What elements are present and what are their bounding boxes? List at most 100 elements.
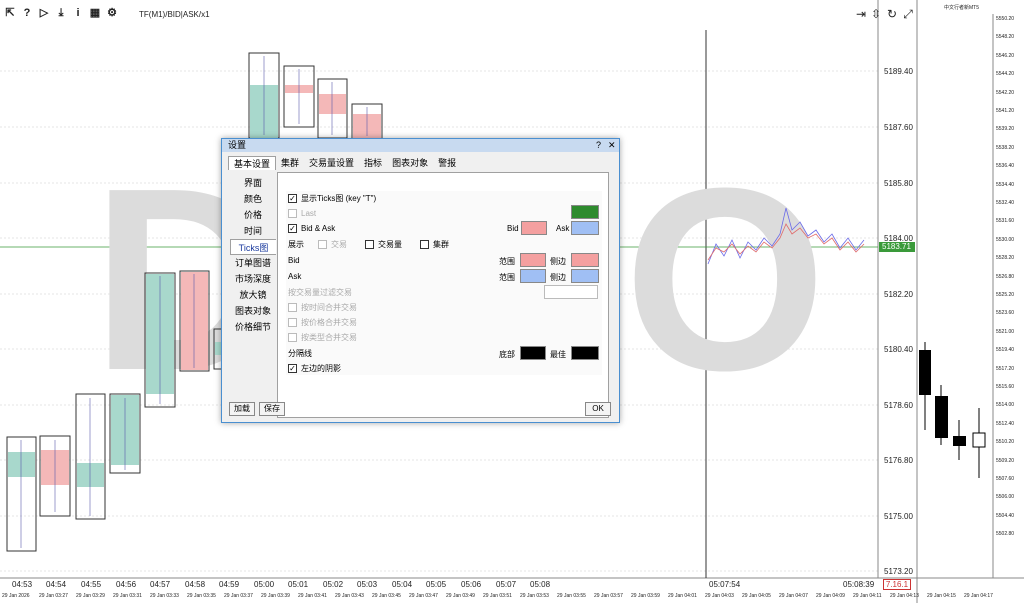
- time-label: 04:53: [12, 580, 33, 589]
- price-label: 5180.40: [884, 345, 913, 354]
- date-label: 29 Jan 04:11: [853, 593, 882, 599]
- merge-time-checkbox[interactable]: [288, 302, 297, 312]
- time-label: 04:59: [219, 580, 240, 589]
- trade-checkbox[interactable]: [318, 239, 327, 249]
- sidebar-item-depth[interactable]: 市场深度: [230, 271, 276, 287]
- merge-price-row: 按价格合并交易: [286, 315, 602, 329]
- load-button[interactable]: 加载: [229, 402, 255, 416]
- merge-price-checkbox[interactable]: [288, 317, 297, 327]
- ok-button[interactable]: OK: [585, 402, 611, 416]
- right-price-label: 5532.40: [996, 200, 1015, 206]
- play-icon[interactable]: ▷: [37, 6, 51, 20]
- right-price-label: 5538.20: [996, 144, 1015, 151]
- bid-ask-checkbox[interactable]: ✓: [288, 223, 297, 233]
- range-label: 范围: [499, 273, 515, 282]
- bid-range-swatch[interactable]: [520, 253, 546, 267]
- right-price-label: 5509.20: [996, 457, 1015, 464]
- side-label: 侧边: [550, 273, 566, 282]
- tab-indicator[interactable]: 指标: [359, 156, 387, 170]
- time-label: 04:54: [46, 580, 67, 589]
- bottom-color-swatch[interactable]: [520, 346, 546, 360]
- tab-alerts[interactable]: 警报: [433, 156, 461, 170]
- dialog-tabs: 基本设置 集群 交易量设置 指标 图表对象 警报: [228, 156, 461, 170]
- app-window: D O ⇱ ? ▷ ⤓ i ▦ ⚙ TF(M1)/BID|ASK/x1: [0, 0, 1024, 603]
- best-color-swatch[interactable]: [571, 346, 599, 360]
- right-price-label: 5514.00: [996, 402, 1015, 409]
- bid-side-swatch[interactable]: [571, 253, 599, 267]
- right-price-label: 5507.60: [996, 476, 1015, 482]
- date-label: 29 Jan 04:17: [964, 593, 993, 599]
- scroll-end-icon[interactable]: ⇥: [854, 7, 868, 21]
- gear-icon[interactable]: ⚙: [105, 6, 119, 20]
- time-label: 05:04: [392, 580, 413, 589]
- save-button[interactable]: 保存: [259, 402, 285, 416]
- date-label: 29 Jan 04:03: [705, 593, 734, 599]
- show-label: 展示: [288, 239, 304, 249]
- tab-cluster[interactable]: 集群: [276, 156, 304, 170]
- scale-icon[interactable]: ⇳: [869, 7, 883, 21]
- refresh-icon[interactable]: ↻: [885, 7, 899, 21]
- time-label: 04:57: [150, 580, 171, 589]
- date-label: 29 Jan 03:43: [335, 593, 364, 599]
- date-label: 29 Jan 04:09: [816, 593, 845, 599]
- right-price-label: 5526.80: [996, 273, 1015, 280]
- sidebar-item-magnifier[interactable]: 放大镜: [230, 287, 276, 303]
- expand-icon[interactable]: ⤢: [901, 7, 915, 21]
- right-price-label: 5528.20: [996, 255, 1015, 262]
- left-shadow-checkbox[interactable]: ✓: [288, 363, 297, 373]
- sidebar-item-price-detail[interactable]: 价格细节: [230, 319, 276, 335]
- bottom-label: 底部: [499, 350, 515, 359]
- filter-input[interactable]: [544, 285, 598, 299]
- bid-ask-row: ✓ Bid & Ask: [286, 221, 602, 235]
- sidebar-item-price[interactable]: 价格: [230, 207, 276, 223]
- sidebar-item-time[interactable]: 时间: [230, 223, 276, 239]
- dialog-sidebar: 界面 颜色 价格 时间 Ticks图 订单图谱 市场深度 放大镜 图表对象 价格…: [230, 175, 276, 335]
- bid-label: Bid: [507, 224, 519, 233]
- right-price-label: 5536.40: [996, 163, 1015, 170]
- close-icon[interactable]: ✕: [608, 139, 616, 152]
- help-icon[interactable]: ?: [596, 139, 601, 152]
- last-checkbox[interactable]: [288, 208, 297, 218]
- right-price-label: 5541.20: [996, 108, 1015, 114]
- range-label: 范围: [499, 257, 515, 266]
- date-label: 29 Jan 03:31: [113, 593, 142, 599]
- end-time-label: 05:08:39: [843, 580, 875, 589]
- merge-time-label: 按时间合并交易: [301, 302, 357, 312]
- last-row: Last: [286, 206, 602, 220]
- tab-volume[interactable]: 交易量设置: [304, 156, 359, 170]
- ask-color-swatch[interactable]: [571, 221, 599, 235]
- ticks-settings: ✓ 显示Ticks图 (key "T") Last ✓ Bid & Ask Bi…: [286, 191, 602, 375]
- sidebar-item-colors[interactable]: 颜色: [230, 191, 276, 207]
- sidebar-item-interface[interactable]: 界面: [230, 175, 276, 191]
- info-icon[interactable]: i: [71, 6, 85, 20]
- dialog-titlebar: 设置 ? ✕: [222, 139, 619, 152]
- last-color-swatch[interactable]: [571, 205, 599, 219]
- dialog-title: 设置: [228, 140, 247, 150]
- download-icon[interactable]: ⤓: [54, 6, 68, 20]
- sidebar-item-orders[interactable]: 订单图谱: [230, 255, 276, 271]
- ask-range-swatch[interactable]: [520, 269, 546, 283]
- price-label: 5189.40: [884, 67, 913, 76]
- ask-side-swatch[interactable]: [571, 269, 599, 283]
- date-label: 29 Jan 04:15: [927, 593, 956, 599]
- date-label: 29 Jan 03:27: [39, 593, 68, 599]
- volume-label: 交易量: [378, 239, 402, 249]
- cluster-checkbox[interactable]: [420, 239, 429, 249]
- date-label: 29 Jan 04:01: [668, 593, 697, 599]
- sidebar-item-objects[interactable]: 图表对象: [230, 303, 276, 319]
- bid-color-swatch[interactable]: [521, 221, 547, 235]
- tab-objects[interactable]: 图表对象: [387, 156, 433, 170]
- bid-row-label: Bid: [288, 255, 300, 265]
- merge-type-checkbox[interactable]: [288, 332, 297, 342]
- cluster-label: 集群: [433, 239, 449, 249]
- show-ticks-checkbox[interactable]: ✓: [288, 193, 297, 203]
- volume-checkbox[interactable]: [365, 239, 374, 249]
- time-label: 05:02: [323, 580, 344, 589]
- date-label: 29 Jan 03:55: [557, 593, 586, 599]
- arrow-cursor-icon[interactable]: ⇱: [3, 6, 17, 20]
- right-price-label: 5546.20: [996, 52, 1015, 59]
- help-icon[interactable]: ?: [20, 6, 34, 20]
- tab-basic[interactable]: 基本设置: [228, 156, 277, 170]
- chart-icon[interactable]: ▦: [88, 6, 102, 20]
- sidebar-item-ticks[interactable]: Ticks图: [230, 239, 276, 255]
